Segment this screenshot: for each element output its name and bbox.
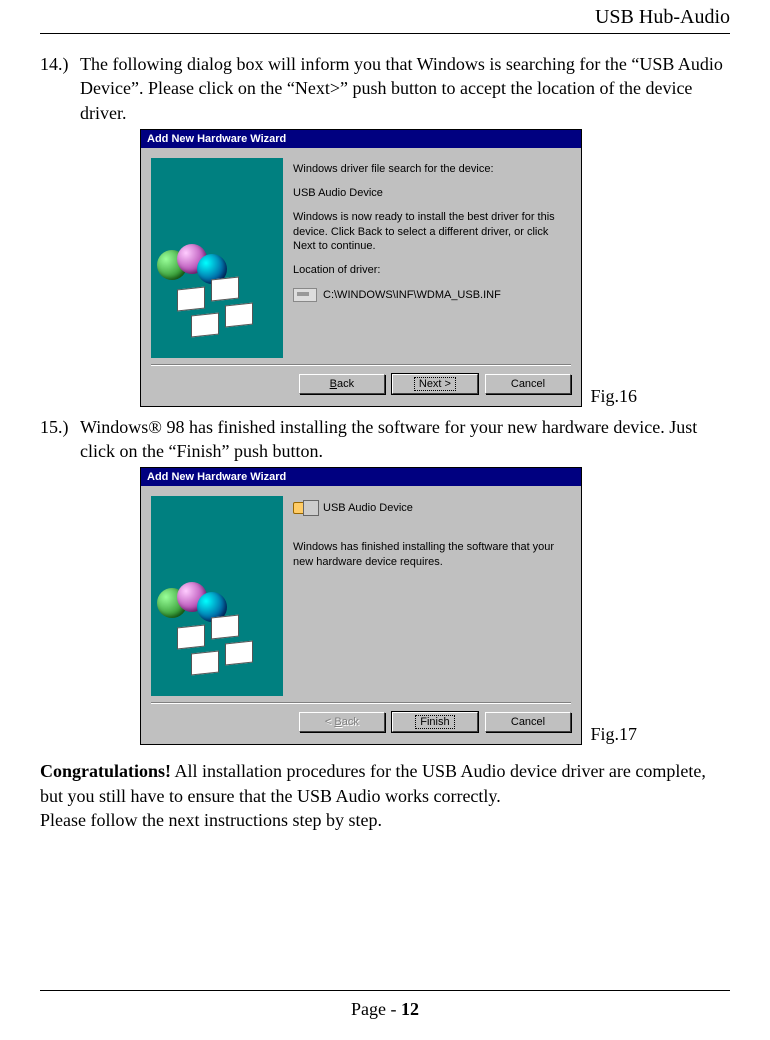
congrats-follow: Please follow the next instructions step… — [40, 810, 382, 830]
cancel-button[interactable]: Cancel — [485, 374, 571, 394]
ready-text: Windows is now ready to install the best… — [293, 210, 567, 253]
driver-path-text: C:\WINDOWS\INF\WDMA_USB.INF — [323, 289, 501, 301]
page-footer: Page - 12 — [40, 990, 730, 1020]
dialog-title: Add New Hardware Wizard — [141, 468, 581, 486]
floppy-icon — [177, 625, 205, 650]
wizard-side-graphic — [151, 158, 283, 358]
back-button: < Back — [299, 712, 385, 732]
step-14: 14.) The following dialog box will infor… — [40, 52, 730, 125]
finish-button[interactable]: Finish — [392, 712, 478, 732]
wizard-side-graphic — [151, 496, 283, 696]
step-15: 15.) Windows® 98 has finished installing… — [40, 415, 730, 464]
step-15-number: 15.) — [40, 415, 80, 464]
floppy-icon — [225, 641, 253, 666]
dialog-fig17: Add New Hardware Wizard USB Audio Device… — [140, 467, 582, 745]
drive-icon — [293, 288, 317, 302]
page-number: Page - 12 — [40, 999, 730, 1020]
device-icon — [293, 500, 317, 516]
figure-caption: Fig.16 — [590, 386, 637, 407]
floppy-icon — [177, 286, 205, 311]
finished-text: Windows has finished installing the soft… — [293, 540, 567, 569]
back-button[interactable]: Back — [299, 374, 385, 394]
congrats-paragraph: Congratulations! All installation proced… — [40, 759, 730, 832]
driver-path: C:\WINDOWS\INF\WDMA_USB.INF — [293, 288, 567, 302]
dialog-separator — [151, 702, 571, 704]
device-line: USB Audio Device — [293, 500, 567, 516]
cancel-button[interactable]: Cancel — [485, 712, 571, 732]
next-button[interactable]: Next > — [392, 374, 478, 394]
figure-17-wrap: Add New Hardware Wizard USB Audio Device… — [140, 467, 582, 745]
dialog-title: Add New Hardware Wizard — [141, 130, 581, 148]
step-14-number: 14.) — [40, 52, 80, 125]
bottom-rule — [40, 990, 730, 991]
page-header: USB Hub-Audio — [40, 0, 730, 31]
figure-16-wrap: Add New Hardware Wizard Windows driver f… — [140, 129, 582, 407]
floppy-icon — [191, 651, 219, 676]
dialog-content: Windows driver file search for the devic… — [293, 158, 571, 358]
page-num: 12 — [401, 999, 419, 1019]
dialog-content: USB Audio Device Windows has finished in… — [293, 496, 571, 696]
device-name: USB Audio Device — [293, 186, 567, 200]
floppy-icon — [211, 276, 239, 301]
congrats-lead: Congratulations! — [40, 761, 171, 781]
top-rule — [40, 33, 730, 34]
location-label: Location of driver: — [293, 263, 567, 277]
dialog-fig16: Add New Hardware Wizard Windows driver f… — [140, 129, 582, 407]
dialog-buttons: Back Next > Cancel — [141, 374, 581, 406]
figure-caption: Fig.17 — [590, 724, 637, 745]
search-label: Windows driver file search for the devic… — [293, 162, 567, 176]
dialog-buttons: < Back Finish Cancel — [141, 712, 581, 744]
floppy-icon — [225, 302, 253, 327]
floppy-icon — [211, 615, 239, 640]
dialog-separator — [151, 364, 571, 366]
step-14-text: The following dialog box will inform you… — [80, 52, 730, 125]
floppy-icon — [191, 312, 219, 337]
step-15-text: Windows® 98 has finished installing the … — [80, 415, 730, 464]
device-name: USB Audio Device — [323, 502, 413, 514]
page-prefix: Page - — [351, 999, 401, 1019]
